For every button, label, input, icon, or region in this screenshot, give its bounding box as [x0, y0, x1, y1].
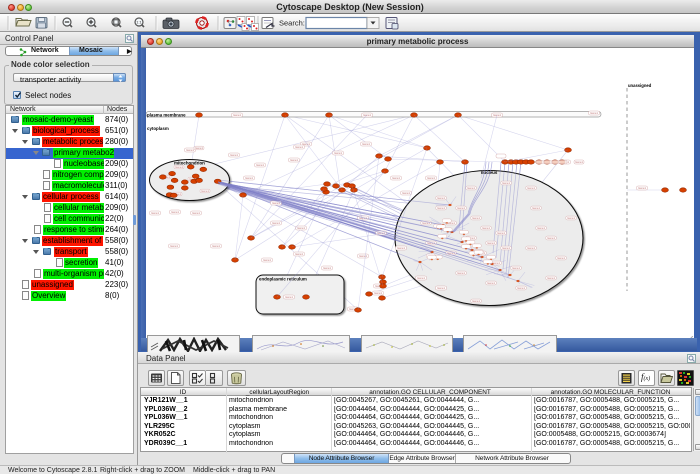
- svg-text:Gene1: Gene1: [151, 211, 159, 215]
- svg-text:Gene1: Gene1: [192, 211, 200, 215]
- svg-text:Gene1: Gene1: [497, 231, 505, 235]
- svg-text:1:1: 1:1: [136, 20, 142, 25]
- svg-text:Gene1: Gene1: [547, 236, 555, 240]
- svg-text:Gene1: Gene1: [363, 113, 371, 117]
- svg-text:Gene1: Gene1: [295, 145, 303, 149]
- svg-text:Gene1: Gene1: [402, 191, 410, 195]
- svg-text:Gene1: Gene1: [297, 226, 305, 230]
- svg-text:Gene1: Gene1: [527, 246, 535, 250]
- svg-text:unassigned: unassigned: [628, 83, 652, 88]
- svg-text:Gene1: Gene1: [233, 113, 241, 117]
- svg-text:Gene1: Gene1: [272, 221, 280, 225]
- svg-text:Gene1: Gene1: [245, 176, 253, 180]
- svg-text:Gene1: Gene1: [457, 206, 465, 210]
- svg-text:Gene1: Gene1: [263, 258, 271, 262]
- svg-text:Gene1: Gene1: [502, 181, 510, 185]
- svg-text:Gene1: Gene1: [590, 111, 598, 115]
- svg-text:Gene1: Gene1: [170, 244, 178, 248]
- svg-text:Gene1: Gene1: [256, 163, 264, 167]
- svg-text:Gene1: Gene1: [457, 271, 465, 275]
- svg-text:endoplasmic reticulum: endoplasmic reticulum: [259, 277, 307, 282]
- svg-text:Gene1: Gene1: [362, 142, 370, 146]
- svg-text:Gene1: Gene1: [334, 151, 342, 155]
- svg-text:Gene1: Gene1: [502, 246, 510, 250]
- svg-text:Gene1: Gene1: [397, 246, 405, 250]
- svg-text:Gene1: Gene1: [517, 286, 525, 290]
- svg-text:plasma membrane: plasma membrane: [147, 112, 186, 117]
- svg-text:Gene1: Gene1: [537, 226, 545, 230]
- svg-text:Gene1: Gene1: [359, 254, 367, 258]
- svg-text:Gene1: Gene1: [201, 189, 209, 193]
- svg-text:nucleus: nucleus: [481, 170, 498, 175]
- svg-text:Gene1: Gene1: [171, 210, 179, 214]
- svg-text:Gene1: Gene1: [547, 276, 555, 280]
- svg-text:Gene1: Gene1: [212, 244, 220, 248]
- svg-text:Gene1: Gene1: [175, 165, 183, 169]
- svg-text:Gene1: Gene1: [467, 186, 475, 190]
- svg-text:Gene1: Gene1: [482, 226, 490, 230]
- svg-text:cytoplasm: cytoplasm: [147, 126, 169, 131]
- svg-text:Gene1: Gene1: [417, 276, 425, 280]
- svg-text:Gene1: Gene1: [557, 256, 565, 260]
- svg-text:Gene1: Gene1: [472, 299, 480, 303]
- svg-text:Gene1: Gene1: [186, 148, 194, 152]
- svg-text:Gene1: Gene1: [374, 291, 382, 295]
- svg-text:Gene1: Gene1: [575, 160, 583, 164]
- svg-text:Gene1: Gene1: [487, 281, 495, 285]
- svg-text:Gene1: Gene1: [437, 206, 445, 210]
- svg-text:Gene1: Gene1: [512, 266, 520, 270]
- svg-text:Gene1: Gene1: [472, 216, 480, 220]
- svg-text:Gene1: Gene1: [195, 146, 203, 150]
- svg-text:Gene1: Gene1: [487, 241, 495, 245]
- svg-text:Gene1: Gene1: [295, 252, 303, 256]
- svg-text:Gene1: Gene1: [437, 196, 445, 200]
- svg-text:Gene1: Gene1: [230, 153, 238, 157]
- svg-text:Gene1: Gene1: [290, 158, 298, 162]
- svg-text:Gene1: Gene1: [567, 216, 575, 220]
- svg-text:Gene1: Gene1: [285, 295, 293, 299]
- svg-text:Gene1: Gene1: [638, 186, 646, 190]
- svg-text:Search:: Search:: [279, 18, 305, 27]
- svg-text:Gene1: Gene1: [532, 206, 540, 210]
- svg-text:Gene1: Gene1: [427, 176, 435, 180]
- svg-text:Gene1: Gene1: [437, 286, 445, 290]
- svg-text:Gene1: Gene1: [392, 176, 400, 180]
- svg-text:Gene1: Gene1: [323, 266, 331, 270]
- svg-text:Gene1: Gene1: [527, 186, 535, 190]
